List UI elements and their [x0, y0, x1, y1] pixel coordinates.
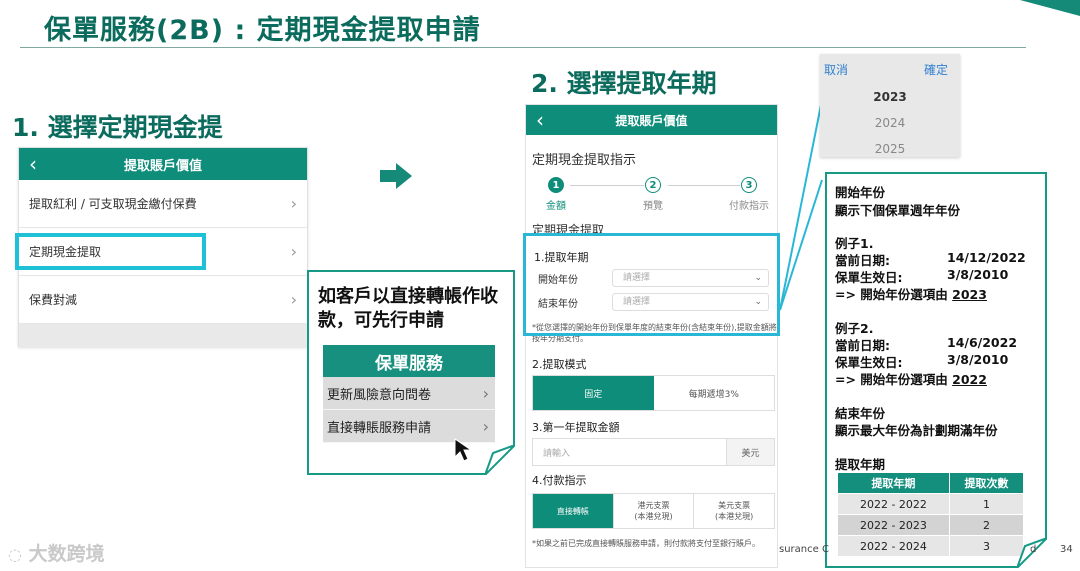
- watermark-icon: ◌: [8, 545, 22, 564]
- example1-result: => 開始年份選項由 2023: [835, 284, 987, 303]
- step-connector: [668, 185, 740, 186]
- step-indicator-1: 1: [548, 177, 564, 193]
- page-title: 保單服務(2B) : 定期現金提取申請: [44, 15, 481, 46]
- example2-result: => 開始年份選項由 2022: [835, 369, 987, 388]
- example1-effective: 3/8/2010: [947, 267, 1009, 282]
- picker-cancel-button[interactable]: 取消: [824, 61, 848, 78]
- amount-input[interactable]: 請輸入: [533, 439, 726, 465]
- menu-item-label: 直接轉賬服務申請: [327, 420, 432, 436]
- chevron-right-icon: ›: [482, 416, 489, 436]
- chevron-right-icon: ›: [290, 290, 297, 309]
- step1-heading: 1. 選擇定期現金提: [12, 113, 223, 142]
- amount-title: 3.第一年提取金額: [532, 421, 620, 434]
- arrow-right-icon: [380, 163, 412, 193]
- pay-option-direct-transfer[interactable]: 直接轉帳: [533, 494, 613, 528]
- policy-service-menu: 保單服務 更新風險意向問卷 › 直接轉賬服務申請 ›: [323, 345, 495, 462]
- panel2-nav-title: 提取賬戶價值: [615, 113, 688, 128]
- table-cell: 3: [948, 535, 1025, 557]
- payment-toggle: 直接轉帳 港元支票 (本港兌現) 美元支票 (本港兌現): [532, 493, 775, 529]
- panel2-nav-bar: ‹ 提取賬戶價值: [526, 105, 777, 135]
- chevron-left-icon[interactable]: ‹: [536, 108, 544, 132]
- table-cell: 2022 - 2022: [837, 493, 950, 515]
- callout-text: 如客戶以直接轉帳作收款，可先行申請: [318, 286, 498, 331]
- panel1-footer: [19, 324, 307, 348]
- table-row: 2022 - 2024 3: [837, 535, 1025, 557]
- payment-title: 4.付款指示: [532, 474, 587, 487]
- step-label: 金額: [546, 201, 566, 212]
- menu-item-premium-offset[interactable]: 保費對減 ›: [19, 276, 307, 324]
- period-table: 提取年期 提取次數 2022 - 2022 1 2022 - 2023 2 20…: [837, 472, 1025, 557]
- chevron-right-icon: ›: [482, 383, 489, 403]
- watermark-text: 大数跨境: [28, 543, 105, 565]
- mode-toggle: 固定 每期遞增3%: [532, 375, 775, 411]
- table-cell: 2022 - 2023: [837, 514, 950, 536]
- cursor-pointer-icon: [454, 438, 473, 462]
- step-indicator-3: 3: [741, 177, 757, 193]
- section-title: 定期現金提取指示: [532, 153, 637, 168]
- example2-result-year: 2022: [952, 372, 987, 387]
- panel1-nav-title: 提取賬戶價值: [123, 158, 202, 174]
- menu-item-label: 提取紅利 / 可支取現金繳付保費: [29, 197, 197, 211]
- mode-option-increasing[interactable]: 每期遞增3%: [653, 376, 774, 410]
- watermark-logo: ◌ 大数跨境: [8, 539, 105, 566]
- chevron-left-icon[interactable]: ‹: [29, 152, 37, 176]
- progress-stepper: 1 2 3 金額 預覽 付款指示: [526, 177, 777, 213]
- example2-date: 14/6/2022: [947, 335, 1018, 350]
- picker-confirm-button[interactable]: 確定: [924, 61, 948, 78]
- step-label: 預覽: [643, 201, 663, 212]
- chevron-right-icon: ›: [290, 194, 297, 213]
- highlight-frame: [523, 233, 780, 336]
- year-rules-info-box: 開始年份 顯示下個保單週年年份 例子1. 當前日期: 14/12/2022 保單…: [825, 172, 1047, 568]
- chevron-right-icon: ›: [290, 242, 297, 261]
- policy-service-title: 保單服務: [323, 345, 495, 377]
- table-header: 提取年期: [837, 472, 950, 494]
- footer-text-right: d: [1030, 544, 1037, 555]
- example2-result-prefix: => 開始年份選項由: [835, 372, 953, 387]
- panel1-nav-bar: ‹ 提取賬戶價值: [19, 148, 307, 180]
- title-divider: [20, 47, 1026, 48]
- amount-input-group: 請輸入 美元: [532, 438, 775, 466]
- table-row: 2022 - 2023 2: [837, 514, 1025, 536]
- menu-item-dividend-premium[interactable]: 提取紅利 / 可支取現金繳付保費 ›: [19, 180, 307, 228]
- start-year-desc: 顯示下個保單週年年份: [835, 203, 961, 218]
- step-connector: [570, 185, 644, 186]
- page-number: 34: [1060, 544, 1073, 555]
- step-label: 付款指示: [729, 201, 769, 212]
- direct-transfer-callout: 如客戶以直接轉帳作收款，可先行申請 保單服務 更新風險意向問卷 › 直接轉賬服務…: [307, 270, 515, 475]
- page-fold-icon: [485, 445, 515, 475]
- menu-item-risk-questionnaire[interactable]: 更新風險意向問卷 ›: [323, 377, 495, 410]
- menu-item-label: 更新風險意向問卷: [327, 387, 432, 403]
- picker-year-option[interactable]: 2023: [820, 90, 960, 104]
- period-table-heading: 提取年期: [835, 457, 886, 472]
- picker-year-option[interactable]: 2024: [820, 116, 960, 130]
- table-header: 提取次數: [948, 472, 1025, 494]
- start-year-heading: 開始年份: [835, 185, 886, 200]
- table-header-row: 提取年期 提取次數: [837, 472, 1025, 494]
- currency-unit: 美元: [726, 439, 774, 465]
- footer-text-left: surance C: [779, 544, 829, 555]
- withdrawal-form-panel: ‹ 提取賬戶價值 定期現金提取指示 1 2 3 金額 預覽 付款指示 定期現金提…: [525, 104, 778, 568]
- menu-item-label: 保費對減: [29, 293, 78, 307]
- end-year-desc: 顯示最大年份為計劃期滿年份: [835, 423, 998, 438]
- pay-option-usd-cheque[interactable]: 美元支票 (本港兌現): [693, 494, 775, 528]
- mode-title: 2.提取模式: [532, 358, 587, 371]
- mode-option-fixed[interactable]: 固定: [533, 376, 654, 410]
- example1-result-prefix: => 開始年份選項由: [835, 287, 953, 302]
- table-cell: 2022 - 2024: [837, 535, 950, 557]
- step-indicator-2: 2: [645, 177, 661, 193]
- example1-result-year: 2023: [952, 287, 987, 302]
- table-cell: 1: [948, 493, 1025, 515]
- table-row: 2022 - 2022 1: [837, 493, 1025, 515]
- example2-effective: 3/8/2010: [947, 352, 1009, 367]
- step2-heading: 2. 選擇提取年期: [531, 69, 717, 98]
- year-picker: 取消 確定 2023 2024 2025: [820, 54, 960, 157]
- example1-date: 14/12/2022: [947, 250, 1026, 265]
- pay-option-hkd-cheque[interactable]: 港元支票 (本港兌現): [612, 494, 694, 528]
- highlight-frame: [15, 233, 206, 270]
- table-cell: 2: [948, 514, 1025, 536]
- picker-year-option[interactable]: 2025: [820, 142, 960, 156]
- corner-decoration: [1020, 0, 1080, 16]
- payment-note: *如果之前已完成直接轉賬服務申請，則付款將支付至銀行賬戶。: [532, 539, 760, 548]
